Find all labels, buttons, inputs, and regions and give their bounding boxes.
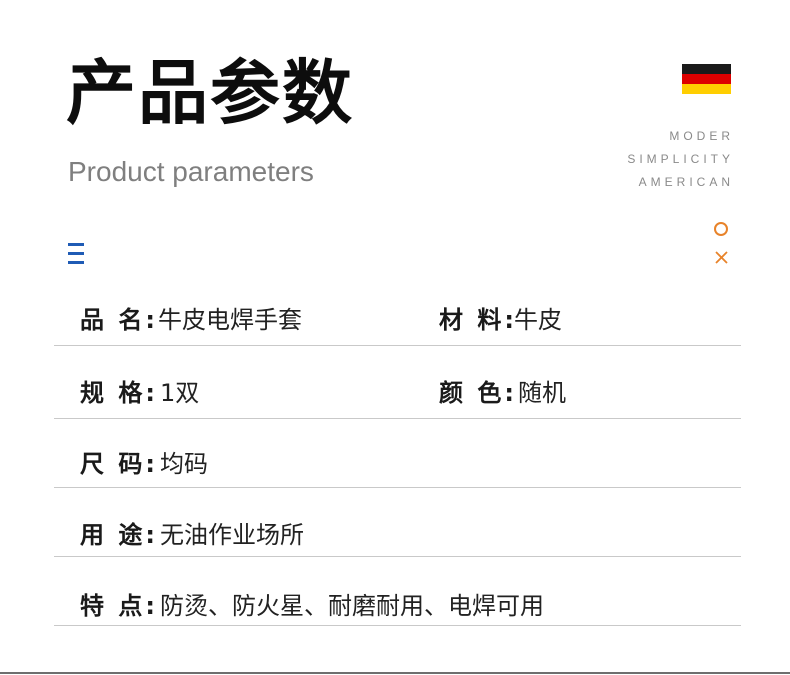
- bottom-divider: [0, 672, 790, 674]
- tagline-line-1: MODER: [669, 129, 734, 143]
- param-value-name: 牛皮电焊手套: [158, 306, 302, 334]
- param-row-name-material: 品 名: 牛皮电焊手套 材 料: 牛皮: [54, 305, 741, 346]
- flag-stripe-gold: [682, 84, 731, 94]
- param-label-material: 材 料:: [439, 306, 517, 334]
- param-row-features: 特 点: 防烫、防火星、耐磨耐用、电焊可用: [54, 591, 741, 626]
- flag-stripe-red: [682, 74, 731, 84]
- param-row-size: 尺 码: 均码: [54, 449, 741, 488]
- param-label-spec: 规 格:: [80, 379, 158, 407]
- param-row-usage: 用 途: 无油作业场所: [54, 520, 741, 557]
- tagline-line-3: AMERICAN: [638, 175, 734, 189]
- circle-icon: [714, 222, 728, 236]
- close-icon: [715, 251, 728, 264]
- param-label-usage: 用 途:: [80, 521, 158, 549]
- param-value-spec: 1双: [160, 379, 200, 407]
- tagline-line-2: SIMPLICITY: [627, 152, 734, 166]
- param-value-color: 随机: [518, 379, 566, 407]
- param-label-color: 颜 色:: [439, 379, 517, 407]
- page-subtitle: Product parameters: [68, 156, 314, 187]
- param-value-features: 防烫、防火星、耐磨耐用、电焊可用: [160, 592, 544, 620]
- param-row-spec-color: 规 格: 1双 颜 色: 随机: [54, 378, 741, 419]
- flag-stripe-black: [682, 64, 731, 74]
- param-label-features: 特 点:: [80, 592, 158, 620]
- menu-icon: [68, 243, 84, 264]
- param-label-name: 品 名:: [80, 306, 158, 334]
- germany-flag-icon: [682, 64, 731, 94]
- tagline: MODER SIMPLICITY AMERICAN: [627, 125, 734, 194]
- param-value-size: 均码: [160, 450, 208, 478]
- param-value-material: 牛皮: [514, 306, 562, 334]
- page-title: 产品参数: [66, 52, 354, 134]
- param-value-usage: 无油作业场所: [160, 521, 304, 549]
- param-label-size: 尺 码:: [80, 450, 158, 478]
